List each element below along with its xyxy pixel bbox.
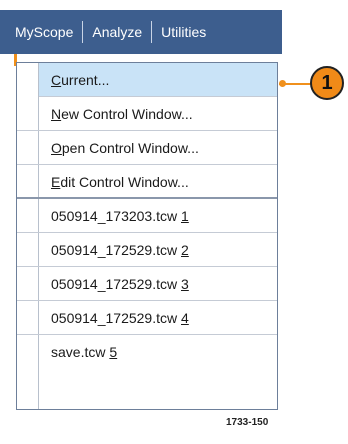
figure-identifier: 1733-150 — [226, 417, 269, 428]
menu-item-label: Open Control Window... — [51, 131, 199, 165]
label-text: 050914_172529.tcw — [51, 310, 181, 326]
label-text: 050914_172529.tcw — [51, 242, 181, 258]
menu-item-open-control-window[interactable]: Open Control Window... — [17, 131, 277, 165]
menu-item-label: Current... — [51, 63, 109, 97]
menu-item-current[interactable]: Current... — [17, 63, 277, 97]
menu-item-label: 050914_172529.tcw 2 — [51, 233, 189, 267]
menu-item-label: 050914_173203.tcw 1 — [51, 199, 189, 233]
mnemonic-letter: 5 — [109, 344, 118, 360]
mnemonic-letter: N — [51, 106, 62, 122]
menu-item-recent-file-2[interactable]: 050914_172529.tcw 2 — [17, 233, 277, 267]
menu-item-label: 050914_172529.tcw 3 — [51, 267, 189, 301]
mnemonic-letter: 3 — [181, 276, 189, 292]
menu-item-recent-file-3[interactable]: 050914_172529.tcw 3 — [17, 267, 277, 301]
menu-item-edit-control-window[interactable]: Edit Control Window... — [17, 165, 277, 199]
label-text: dit Control Window... — [60, 174, 189, 190]
menu-bar: MyScope Analyze Utilities — [0, 10, 282, 54]
menu-item-new-control-window[interactable]: New Control Window... — [17, 97, 277, 131]
menu-myscope[interactable]: MyScope — [6, 10, 82, 54]
screenshot-stage: MyScope Analyze Utilities Current... New… — [0, 0, 348, 444]
callout-leader-line — [279, 83, 312, 85]
menu-gutter-cell — [17, 63, 39, 97]
label-text: pen Control Window... — [61, 140, 199, 156]
mnemonic-letter: 1 — [181, 208, 189, 224]
callout-number-badge: 1 — [310, 66, 344, 100]
menu-item-label: 050914_172529.tcw 4 — [51, 301, 189, 335]
mnemonic-letter: 2 — [181, 242, 189, 258]
menu-utilities[interactable]: Utilities — [152, 10, 215, 54]
label-text: 050914_173203.tcw — [51, 208, 181, 224]
menu-item-recent-file-4[interactable]: 050914_172529.tcw 4 — [17, 301, 277, 335]
menu-item-recent-file-1[interactable]: 050914_173203.tcw 1 — [17, 199, 277, 233]
mnemonic-letter: E — [51, 174, 61, 190]
mnemonic-letter: C — [51, 72, 62, 88]
menu-item-label: New Control Window... — [51, 97, 193, 131]
label-text: save.tcw — [51, 344, 110, 360]
label-text: 050914_172529.tcw — [51, 276, 181, 292]
menu-analyze[interactable]: Analyze — [83, 10, 151, 54]
label-text: urrent... — [61, 72, 110, 88]
myscope-dropdown-menu: Current... New Control Window... Open Co… — [16, 62, 278, 410]
menu-item-recent-file-5[interactable]: save.tcw 5 — [17, 335, 277, 369]
mnemonic-letter: O — [51, 140, 62, 156]
menu-item-label: save.tcw 5 — [51, 335, 117, 369]
label-text: ew Control Window... — [61, 106, 193, 122]
menu-item-label: Edit Control Window... — [51, 165, 189, 199]
mnemonic-letter: 4 — [181, 310, 189, 326]
